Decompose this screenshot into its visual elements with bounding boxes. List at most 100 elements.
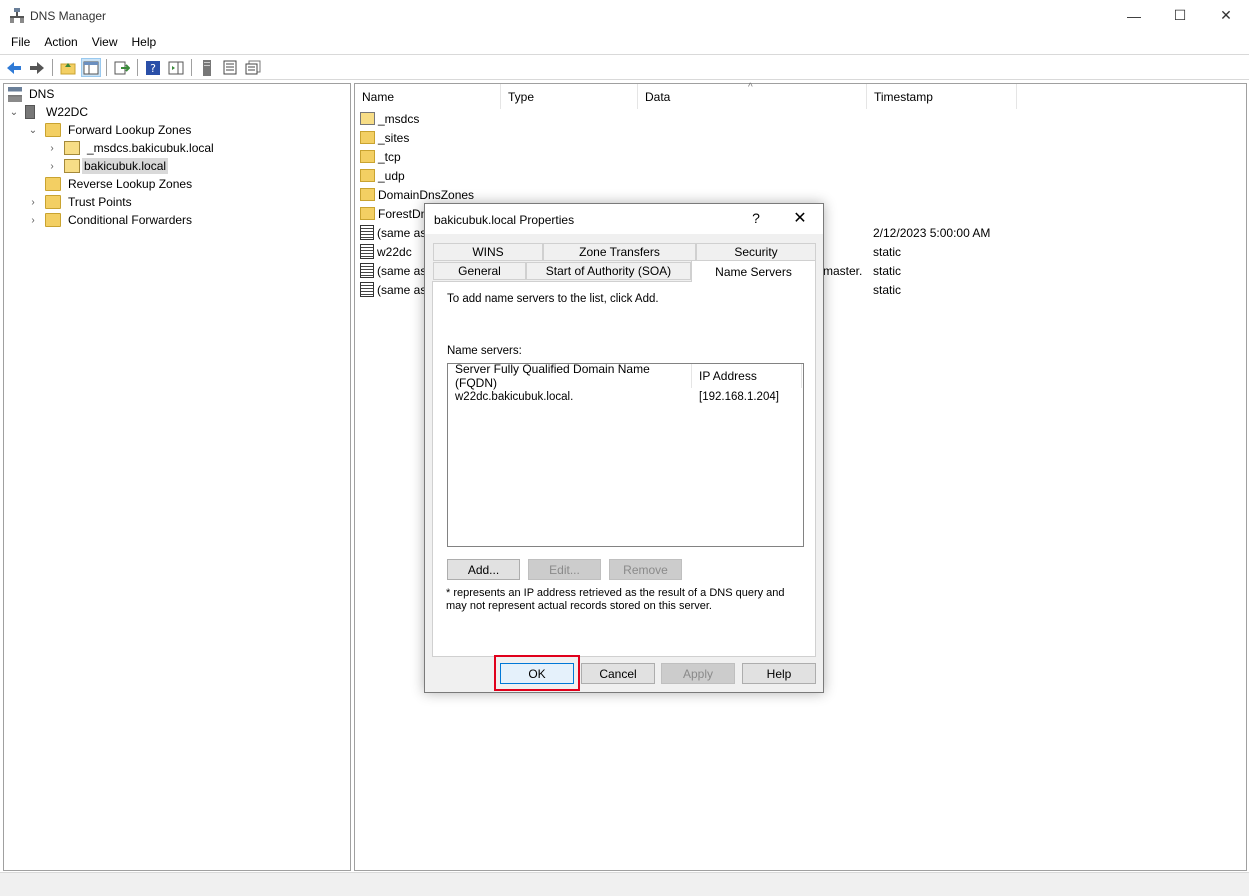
list-item[interactable]: _sites xyxy=(360,128,409,147)
record-icon xyxy=(360,282,374,297)
copy-records-icon[interactable] xyxy=(243,58,263,77)
remove-button[interactable]: Remove xyxy=(609,559,682,580)
tree-node-bakicubuk-local[interactable]: › bakicubuk.local xyxy=(46,157,169,175)
data-cell: master. xyxy=(823,263,863,278)
list-item[interactable]: (same as xyxy=(360,261,426,280)
zone-icon xyxy=(64,141,80,155)
name-servers-tab-page: To add name servers to the list, click A… xyxy=(432,281,816,657)
tab-soa[interactable]: Start of Authority (SOA) xyxy=(526,262,691,280)
dialog-title: bakicubuk.local Properties xyxy=(434,213,575,227)
help-question-button[interactable]: ? xyxy=(745,210,767,226)
folder-icon xyxy=(360,150,375,163)
help-icon[interactable]: ? xyxy=(143,58,163,77)
menu-view[interactable]: View xyxy=(85,35,125,49)
back-arrow-icon[interactable] xyxy=(4,58,24,77)
edit-button[interactable]: Edit... xyxy=(528,559,601,580)
server-icon xyxy=(25,105,35,119)
title-bar: DNS Manager — ☐ ✕ xyxy=(0,0,1249,31)
chevron-right-icon[interactable]: › xyxy=(46,143,58,154)
folder-icon xyxy=(45,213,61,227)
folder-icon xyxy=(45,123,61,137)
chevron-right-icon[interactable]: › xyxy=(46,161,58,172)
menu-action[interactable]: Action xyxy=(37,35,84,49)
timestamp-cell: static xyxy=(873,263,902,278)
tree-node-reverse-lookup-zones[interactable]: Reverse Lookup Zones xyxy=(27,175,194,193)
folder-icon xyxy=(360,207,375,220)
maximize-button[interactable]: ☐ xyxy=(1157,0,1203,31)
tab-wins[interactable]: WINS xyxy=(433,243,543,261)
status-bar xyxy=(0,872,1249,896)
cancel-button[interactable]: Cancel xyxy=(581,663,655,684)
dns-app-icon xyxy=(10,8,24,23)
name-server-ip[interactable]: [192.168.1.204] xyxy=(699,391,779,403)
list-item[interactable]: (same as xyxy=(360,280,426,299)
dns-icon xyxy=(8,86,22,102)
tab-security[interactable]: Security xyxy=(696,243,816,261)
folder-icon xyxy=(360,169,375,182)
toolbar-separator xyxy=(106,59,107,76)
list-item[interactable]: _tcp xyxy=(360,147,401,166)
column-header-timestamp[interactable]: Timestamp xyxy=(867,84,1017,109)
tree-node-forward-lookup-zones[interactable]: ⌄ Forward Lookup Zones xyxy=(27,121,193,139)
close-button[interactable]: ✕ xyxy=(1203,0,1249,31)
folder-icon xyxy=(360,131,375,144)
timestamp-cell: static xyxy=(873,244,902,259)
menu-bar: File Action View Help xyxy=(0,31,1249,53)
record-icon xyxy=(360,244,374,259)
zone-icon xyxy=(360,112,375,125)
tree-node-trust-points[interactable]: › Trust Points xyxy=(27,193,134,211)
list-item[interactable]: DomainDnsZones xyxy=(360,185,474,204)
tab-general[interactable]: General xyxy=(433,262,526,280)
name-server-fqdn[interactable]: w22dc.bakicubuk.local. xyxy=(455,391,573,403)
add-button[interactable]: Add... xyxy=(447,559,520,580)
tree-node-msdcs-zone[interactable]: › _msdcs.bakicubuk.local xyxy=(46,139,216,157)
record-list-icon[interactable] xyxy=(220,58,240,77)
record-icon xyxy=(360,225,374,240)
svg-text:?: ? xyxy=(150,62,156,75)
column-header-ip[interactable]: IP Address xyxy=(692,364,802,388)
minimize-button[interactable]: — xyxy=(1111,0,1157,31)
folder-icon xyxy=(360,188,375,201)
record-icon xyxy=(360,263,374,278)
chevron-right-icon[interactable]: › xyxy=(27,197,39,208)
export-list-icon[interactable] xyxy=(112,58,132,77)
list-item[interactable]: ForestDn xyxy=(360,204,427,223)
up-folder-icon[interactable] xyxy=(58,58,78,77)
toolbar-separator xyxy=(191,59,192,76)
list-item[interactable]: (same as xyxy=(360,223,426,242)
column-header-type[interactable]: Type xyxy=(501,84,638,109)
name-servers-list[interactable]: Server Fully Qualified Domain Name (FQDN… xyxy=(447,362,804,547)
menu-help[interactable]: Help xyxy=(125,35,164,49)
chevron-down-icon[interactable]: ⌄ xyxy=(8,107,20,118)
action-pane-icon[interactable] xyxy=(166,58,186,77)
help-button[interactable]: Help xyxy=(742,663,816,684)
tab-name-servers[interactable]: Name Servers xyxy=(691,260,816,282)
timestamp-cell: 2/12/2023 5:00:00 AM xyxy=(873,225,991,240)
dialog-close-button[interactable]: ✕ xyxy=(785,208,815,228)
list-item[interactable]: w22dc xyxy=(360,242,412,261)
column-header-fqdn[interactable]: Server Fully Qualified Domain Name (FQDN… xyxy=(448,362,692,390)
apply-button[interactable]: Apply xyxy=(661,663,735,684)
menu-file[interactable]: File xyxy=(4,35,37,49)
folder-icon xyxy=(45,177,61,191)
tree-node-w22dc[interactable]: ⌄ W22DC xyxy=(8,103,90,121)
toolbar-separator xyxy=(137,59,138,76)
toolbar-separator xyxy=(52,59,53,76)
list-item[interactable]: _msdcs xyxy=(360,109,419,128)
instructions-text: To add name servers to the list, click A… xyxy=(447,293,659,305)
console-tree[interactable]: DNS ⌄ W22DC ⌄ Forward Lookup Zones › _ms… xyxy=(3,83,351,871)
forward-arrow-icon[interactable] xyxy=(27,58,47,77)
show-console-tree-icon[interactable] xyxy=(81,58,101,77)
folder-icon xyxy=(45,195,61,209)
window-title: DNS Manager xyxy=(30,9,107,23)
column-header-data[interactable]: Data ^ xyxy=(638,82,867,109)
chevron-down-icon[interactable]: ⌄ xyxy=(27,125,39,136)
column-header-name[interactable]: Name xyxy=(355,84,501,109)
tree-node-dns[interactable]: DNS xyxy=(8,85,56,103)
chevron-right-icon[interactable]: › xyxy=(27,215,39,226)
tab-zone-transfers[interactable]: Zone Transfers xyxy=(543,243,696,261)
server-icon[interactable] xyxy=(197,58,217,77)
tree-node-conditional-forwarders[interactable]: › Conditional Forwarders xyxy=(27,211,194,229)
timestamp-cell: static xyxy=(873,282,902,297)
list-item[interactable]: _udp xyxy=(360,166,405,185)
